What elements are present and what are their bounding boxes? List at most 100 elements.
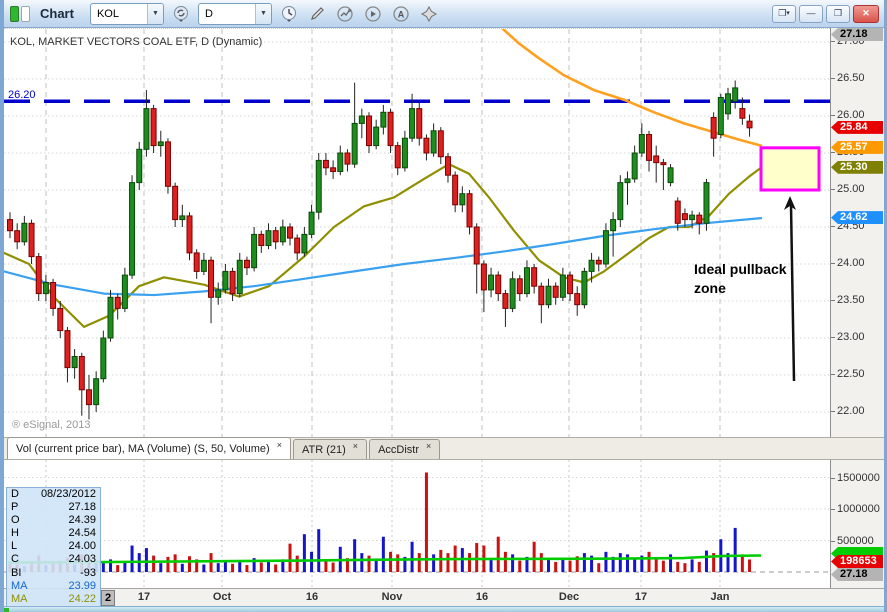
price-badge: 25.84 bbox=[831, 121, 883, 134]
indicator-tab[interactable]: AccDistr × bbox=[369, 439, 440, 459]
candle-body bbox=[72, 357, 77, 368]
tab-close-icon[interactable]: × bbox=[277, 440, 282, 450]
chevron-down-icon[interactable]: ▼ bbox=[255, 4, 271, 24]
auto-annotate-icon[interactable]: A bbox=[390, 3, 412, 25]
candle-body bbox=[173, 186, 178, 219]
candle-body bbox=[309, 212, 314, 234]
quote-row-label: O bbox=[11, 514, 20, 527]
chevron-down-icon[interactable]: ▼ bbox=[147, 4, 163, 24]
candle-body bbox=[266, 231, 271, 246]
chart-app-icon bbox=[10, 6, 30, 22]
candle-body bbox=[230, 271, 235, 293]
chart-window: Chart KOL ▼ D ▼ A ❒▾ bbox=[0, 0, 887, 612]
volume-bar bbox=[382, 537, 385, 572]
volume-bar bbox=[260, 563, 263, 572]
volume-chart-canvas bbox=[4, 460, 830, 588]
slider-handle[interactable] bbox=[4, 608, 9, 612]
window-menu-button[interactable]: ❒▾ bbox=[772, 5, 796, 23]
minimize-button[interactable]: — bbox=[799, 5, 823, 23]
quote-row-label: MA bbox=[11, 593, 28, 606]
quote-row: D08/23/2012 bbox=[7, 488, 100, 501]
quote-row: MA 23.99 bbox=[7, 580, 100, 593]
indicator-tab[interactable]: Vol (current price bar), MA (Volume) (S,… bbox=[7, 437, 291, 459]
candle-body bbox=[194, 253, 199, 272]
candle-body bbox=[338, 153, 343, 172]
candle-body bbox=[122, 275, 127, 308]
close-button[interactable]: ✕ bbox=[853, 5, 879, 23]
quote-row-label: MA bbox=[11, 580, 28, 593]
candle-body bbox=[137, 149, 142, 182]
candle-body bbox=[101, 338, 106, 379]
quote-row: BI-93 bbox=[7, 567, 100, 580]
candle-body bbox=[295, 238, 300, 253]
candle-body bbox=[445, 157, 450, 176]
indicator-tab[interactable]: ATR (21)× bbox=[293, 439, 367, 459]
price-axis: 27.0026.5026.0025.5025.0024.5024.0023.50… bbox=[830, 28, 884, 437]
volume-bar bbox=[504, 552, 507, 572]
candle-body bbox=[367, 116, 372, 146]
volume-bar bbox=[648, 552, 651, 572]
candle-body bbox=[65, 331, 70, 368]
candle-body bbox=[524, 268, 529, 294]
tab-label: AccDistr bbox=[378, 444, 419, 456]
candle-body bbox=[560, 275, 565, 297]
window-title: Chart bbox=[40, 6, 74, 21]
candle-body bbox=[632, 153, 637, 179]
candle-body bbox=[639, 135, 644, 154]
price-tick-label: 26.50 bbox=[837, 72, 865, 84]
candle-body bbox=[36, 257, 41, 294]
candle-body bbox=[654, 156, 659, 163]
quote-row-label: H bbox=[11, 527, 19, 540]
volume-bar bbox=[511, 554, 514, 572]
quote-row: H 24.54 bbox=[7, 527, 100, 540]
volume-bar bbox=[662, 561, 665, 572]
trendline-tool-icon[interactable] bbox=[334, 3, 356, 25]
svg-text:A: A bbox=[398, 9, 405, 19]
quote-row-value: 23.99 bbox=[68, 580, 96, 593]
quote-row-value: 24.54 bbox=[68, 527, 96, 540]
pencil-draw-icon[interactable] bbox=[306, 3, 328, 25]
quote-row-value: 24.00 bbox=[68, 540, 96, 553]
volume-bar bbox=[698, 562, 701, 572]
candle-body bbox=[302, 234, 307, 253]
candle-body bbox=[546, 286, 551, 305]
volume-bar bbox=[396, 554, 399, 572]
price-chart-canvas bbox=[4, 29, 830, 438]
tab-close-icon[interactable]: × bbox=[353, 441, 358, 451]
time-template-icon[interactable] bbox=[278, 3, 300, 25]
interval-combo[interactable]: D ▼ bbox=[198, 3, 272, 25]
volume-bar bbox=[655, 558, 658, 572]
time-slider-strip[interactable] bbox=[4, 606, 884, 612]
price-pane[interactable]: KOL, MARKET VECTORS COAL ETF, D (Dynamic… bbox=[4, 28, 830, 438]
candle-body bbox=[115, 297, 120, 308]
candle-body bbox=[51, 283, 56, 309]
volume-bar bbox=[303, 534, 306, 572]
time-axis-label: Nov bbox=[382, 591, 403, 603]
candle-body bbox=[352, 123, 357, 164]
candle-body bbox=[481, 264, 486, 290]
price-tick-label: 25.00 bbox=[837, 183, 865, 195]
symbol-combo[interactable]: KOL ▼ bbox=[90, 3, 164, 25]
price-tick-label: 24.00 bbox=[837, 257, 865, 269]
candle-body bbox=[453, 175, 458, 205]
symbol-settings-icon[interactable] bbox=[170, 3, 192, 25]
price-tick-label: 26.00 bbox=[837, 109, 865, 121]
volume-badge: 27.18 bbox=[831, 568, 883, 581]
volume-bar bbox=[626, 554, 629, 572]
compass-tools-icon[interactable] bbox=[418, 3, 440, 25]
volume-bar bbox=[748, 559, 751, 572]
candle-body bbox=[15, 231, 20, 242]
maximize-button[interactable]: ❒ bbox=[826, 5, 850, 23]
candle-body bbox=[29, 223, 34, 256]
candle-body bbox=[596, 260, 601, 264]
play-replay-icon[interactable] bbox=[362, 3, 384, 25]
tab-close-icon[interactable]: × bbox=[426, 441, 431, 451]
volume-bar bbox=[439, 550, 442, 572]
pullback-zone-rect[interactable] bbox=[761, 148, 819, 190]
volume-pane[interactable] bbox=[4, 460, 830, 588]
candle-body bbox=[252, 234, 257, 267]
time-axis-label: Oct bbox=[213, 591, 231, 603]
candle-body bbox=[410, 109, 415, 139]
volume-bar bbox=[418, 553, 421, 572]
volume-bar bbox=[123, 562, 126, 572]
